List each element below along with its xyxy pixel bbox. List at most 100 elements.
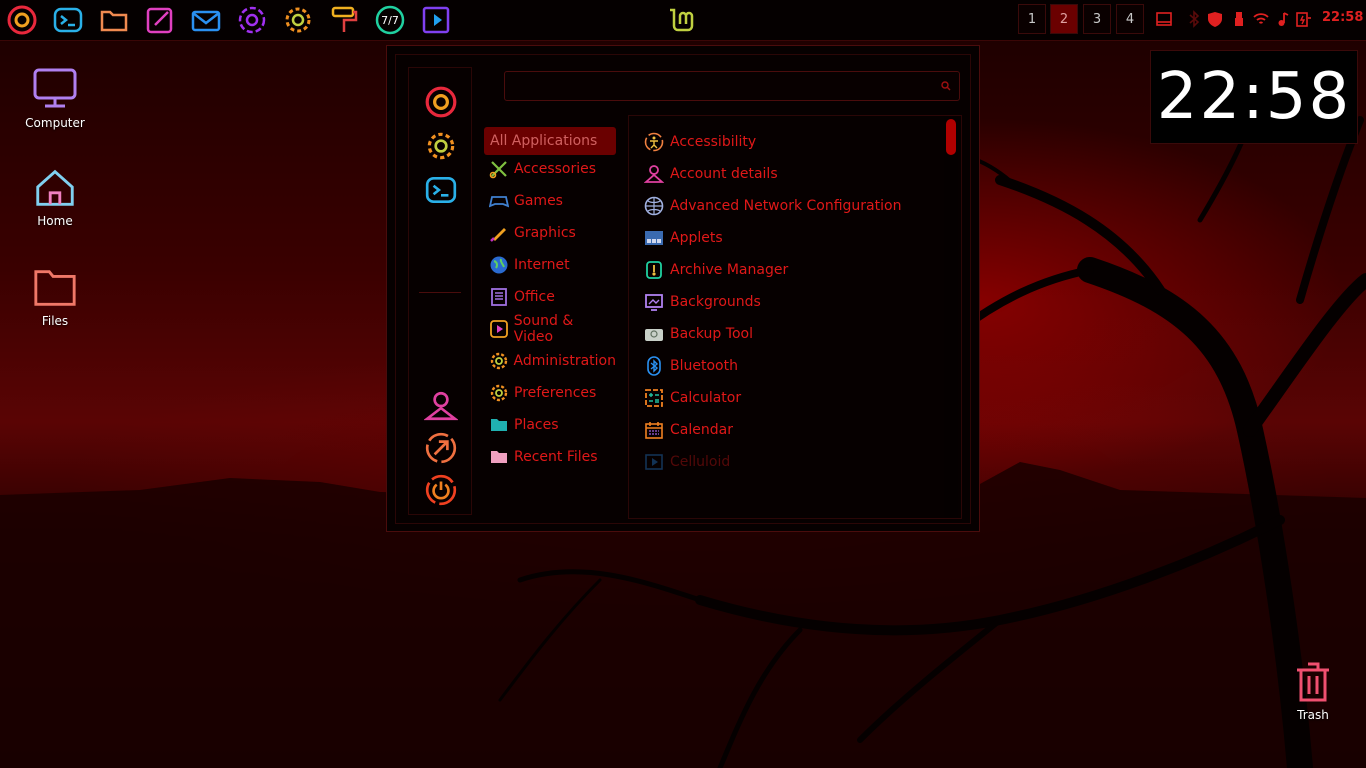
- accessories-icon: [488, 158, 510, 180]
- category-label: Internet: [514, 257, 570, 273]
- accessibility-icon: [643, 131, 665, 153]
- app-item[interactable]: Advanced Network Configuration: [643, 192, 901, 220]
- svg-text:7/7: 7/7: [381, 14, 399, 27]
- calendar-icon: [643, 419, 665, 441]
- usb-icon[interactable]: [1230, 10, 1248, 28]
- media-icon: [488, 318, 510, 340]
- app-label: Backup Tool: [670, 326, 753, 342]
- network-icon: [643, 195, 665, 217]
- category-sound-video[interactable]: Sound & Video: [484, 313, 616, 345]
- folder-icon: [488, 446, 510, 468]
- settings-ring-icon[interactable]: [234, 2, 270, 38]
- user-icon[interactable]: [423, 388, 459, 424]
- category-graphics[interactable]: Graphics: [484, 219, 616, 247]
- mail-icon[interactable]: [188, 2, 224, 38]
- app-label: Applets: [670, 230, 723, 246]
- office-icon: [488, 286, 510, 308]
- desktop-home[interactable]: Home: [10, 164, 100, 228]
- logout-icon[interactable]: [423, 430, 459, 466]
- app-item[interactable]: Account details: [643, 160, 778, 188]
- app-label: Celluloid: [670, 454, 731, 470]
- desktop-trash[interactable]: Trash: [1268, 660, 1358, 722]
- desktop-files[interactable]: Files: [10, 264, 100, 328]
- category-label: Preferences: [514, 385, 597, 401]
- folder-icon: [488, 414, 510, 436]
- applets-icon: [643, 227, 665, 249]
- calculator-icon: [643, 387, 665, 409]
- video-icon: [643, 451, 665, 473]
- category-recent-files[interactable]: Recent Files: [484, 443, 616, 471]
- category-all-applications[interactable]: All Applications: [484, 127, 616, 155]
- workspace-1[interactable]: 1: [1018, 4, 1046, 34]
- folder-icon: [34, 270, 76, 306]
- workspace-4[interactable]: 4: [1116, 4, 1144, 34]
- app-list-scrollbar[interactable]: [944, 117, 958, 517]
- text-editor-icon[interactable]: [142, 2, 178, 38]
- category-places[interactable]: Places: [484, 411, 616, 439]
- bluetooth-tray-icon[interactable]: [1185, 10, 1203, 28]
- show-desktop-icon[interactable]: [1155, 10, 1173, 28]
- workspace-3[interactable]: 3: [1083, 4, 1111, 34]
- app-item[interactable]: Calculator: [643, 384, 741, 412]
- desktop-files-label: Files: [41, 314, 69, 328]
- app-item[interactable]: Archive Manager: [643, 256, 788, 284]
- category-label: Accessories: [514, 161, 597, 177]
- scrollbar-thumb[interactable]: [946, 119, 956, 155]
- speedometer-icon[interactable]: 7/7: [372, 2, 408, 38]
- category-accessories[interactable]: Accessories: [484, 155, 616, 183]
- category-internet[interactable]: Internet: [484, 251, 616, 279]
- clock-desklet: 22:58: [1150, 50, 1358, 144]
- app-item[interactable]: Bluetooth: [643, 352, 738, 380]
- sound-icon[interactable]: [1274, 10, 1292, 28]
- fav-terminal-icon[interactable]: [423, 172, 459, 208]
- category-administration[interactable]: Administration: [484, 347, 616, 375]
- workspace-2[interactable]: 2: [1050, 4, 1078, 34]
- app-label: Account details: [670, 166, 778, 182]
- fav-settings-icon[interactable]: [423, 128, 459, 164]
- app-item[interactable]: Backup Tool: [643, 320, 753, 348]
- user-icon: [643, 163, 665, 185]
- application-menu: All Applications Accessories Games Graph…: [386, 45, 980, 532]
- app-item[interactable]: Accessibility: [643, 128, 756, 156]
- battery-icon[interactable]: [1294, 10, 1312, 28]
- category-label: Recent Files: [514, 449, 598, 465]
- app-item[interactable]: Celluloid: [643, 448, 730, 476]
- app-item[interactable]: Applets: [643, 224, 723, 252]
- gear-icon: [488, 350, 510, 372]
- mint-logo-icon[interactable]: [666, 4, 698, 36]
- graphics-icon: [488, 222, 510, 244]
- firefox-icon[interactable]: [4, 2, 40, 38]
- search-box[interactable]: [504, 71, 960, 101]
- category-preferences[interactable]: Preferences: [484, 379, 616, 407]
- home-icon: [36, 169, 74, 206]
- menu-frame: All Applications Accessories Games Graph…: [395, 54, 971, 524]
- terminal-icon[interactable]: [50, 2, 86, 38]
- media-icon[interactable]: [418, 2, 454, 38]
- files-icon[interactable]: [96, 2, 132, 38]
- category-office[interactable]: Office: [484, 283, 616, 311]
- backup-icon: [643, 323, 665, 345]
- app-label: Calendar: [670, 422, 733, 438]
- search-icon: [941, 81, 951, 91]
- gear-icon[interactable]: [280, 2, 316, 38]
- app-label: Backgrounds: [670, 294, 761, 310]
- app-item[interactable]: Backgrounds: [643, 288, 761, 316]
- paint-roller-icon[interactable]: [326, 2, 362, 38]
- search-input[interactable]: [505, 72, 941, 98]
- fav-firefox-icon[interactable]: [423, 84, 459, 120]
- bluetooth-icon: [643, 355, 665, 377]
- app-label: Accessibility: [670, 134, 757, 150]
- desktop-trash-label: Trash: [1297, 708, 1329, 722]
- shield-icon[interactable]: [1206, 10, 1224, 28]
- fav-separator: [419, 292, 461, 293]
- category-label: Graphics: [514, 225, 576, 241]
- app-item[interactable]: Calendar: [643, 416, 733, 444]
- app-label: Archive Manager: [670, 262, 789, 278]
- monitor-icon: [33, 68, 77, 108]
- category-games[interactable]: Games: [484, 187, 616, 215]
- panel-clock[interactable]: 22:58: [1322, 10, 1363, 25]
- desktop-computer[interactable]: Computer: [10, 64, 100, 130]
- wifi-icon[interactable]: [1252, 10, 1270, 28]
- power-icon[interactable]: [423, 472, 459, 508]
- category-label: Sound & Video: [513, 313, 574, 345]
